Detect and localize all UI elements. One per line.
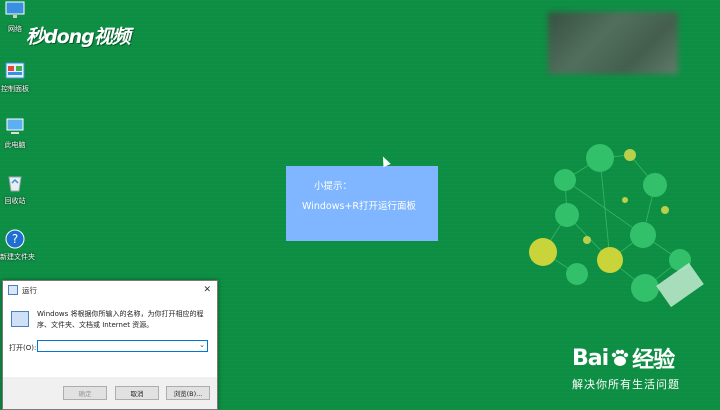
run-app-icon	[8, 285, 18, 295]
run-footer: 确定 取消 浏览(B)...	[3, 377, 217, 409]
recycle-bin-label: 回收站	[4, 197, 26, 205]
browse-button[interactable]: 浏览(B)...	[166, 386, 210, 400]
run-dialog: 运行 ✕ Windows 将根据你所输入的名称，为你打开相应的程序、文件夹、文档…	[2, 280, 218, 410]
open-input[interactable]: ⌄	[37, 340, 208, 352]
tip-title: 小提示：	[314, 181, 353, 192]
run-description: Windows 将根据你所输入的名称，为你打开相应的程序、文件夹、文档或 Int…	[37, 310, 204, 329]
this-pc-label: 此电脑	[4, 141, 26, 149]
paw-icon	[611, 349, 629, 366]
ok-button[interactable]: 确定	[63, 386, 107, 400]
help-icon: ?	[4, 228, 26, 250]
new-folder-label: 新建文件夹	[0, 253, 35, 261]
blurred-region	[548, 12, 678, 74]
control-panel-shortcut[interactable]: 控制面板	[0, 60, 30, 94]
chevron-down-icon[interactable]: ⌄	[199, 341, 205, 349]
new-folder-shortcut[interactable]: ? 新建文件夹	[0, 228, 35, 262]
svg-text:?: ?	[12, 232, 18, 246]
run-titlebar[interactable]: 运行 ✕	[3, 281, 217, 299]
miaodong-watermark: 秒dong视频	[26, 26, 131, 48]
baidu-logo-right: 经验	[632, 348, 675, 373]
control-panel-icon	[4, 60, 26, 82]
close-icon[interactable]: ✕	[203, 285, 211, 295]
baidu-logo-left: Bai	[572, 345, 609, 371]
tip-text: Windows+R打开运行面板	[302, 201, 416, 212]
control-panel-label: 控制面板	[1, 85, 29, 93]
open-label: 打开(O):	[9, 344, 37, 352]
baidu-logo: Bai 经验	[572, 342, 680, 374]
recycle-bin-shortcut[interactable]: 回收站	[0, 172, 30, 206]
run-title: 运行	[22, 285, 37, 295]
this-pc-icon	[4, 116, 26, 138]
tip-box: 小提示： Windows+R打开运行面板	[286, 166, 438, 241]
recycle-bin-icon	[4, 172, 26, 194]
baidu-jingyan-watermark: Bai 经验 解决你所有生活问题	[572, 342, 680, 392]
cancel-button[interactable]: 取消	[115, 386, 159, 400]
network-icon	[4, 0, 26, 22]
this-pc-shortcut[interactable]: 此电脑	[0, 116, 30, 150]
run-program-icon	[11, 311, 29, 327]
baidu-tagline: 解决你所有生活问题	[572, 378, 680, 391]
idea-bulb-graphic	[529, 144, 704, 308]
